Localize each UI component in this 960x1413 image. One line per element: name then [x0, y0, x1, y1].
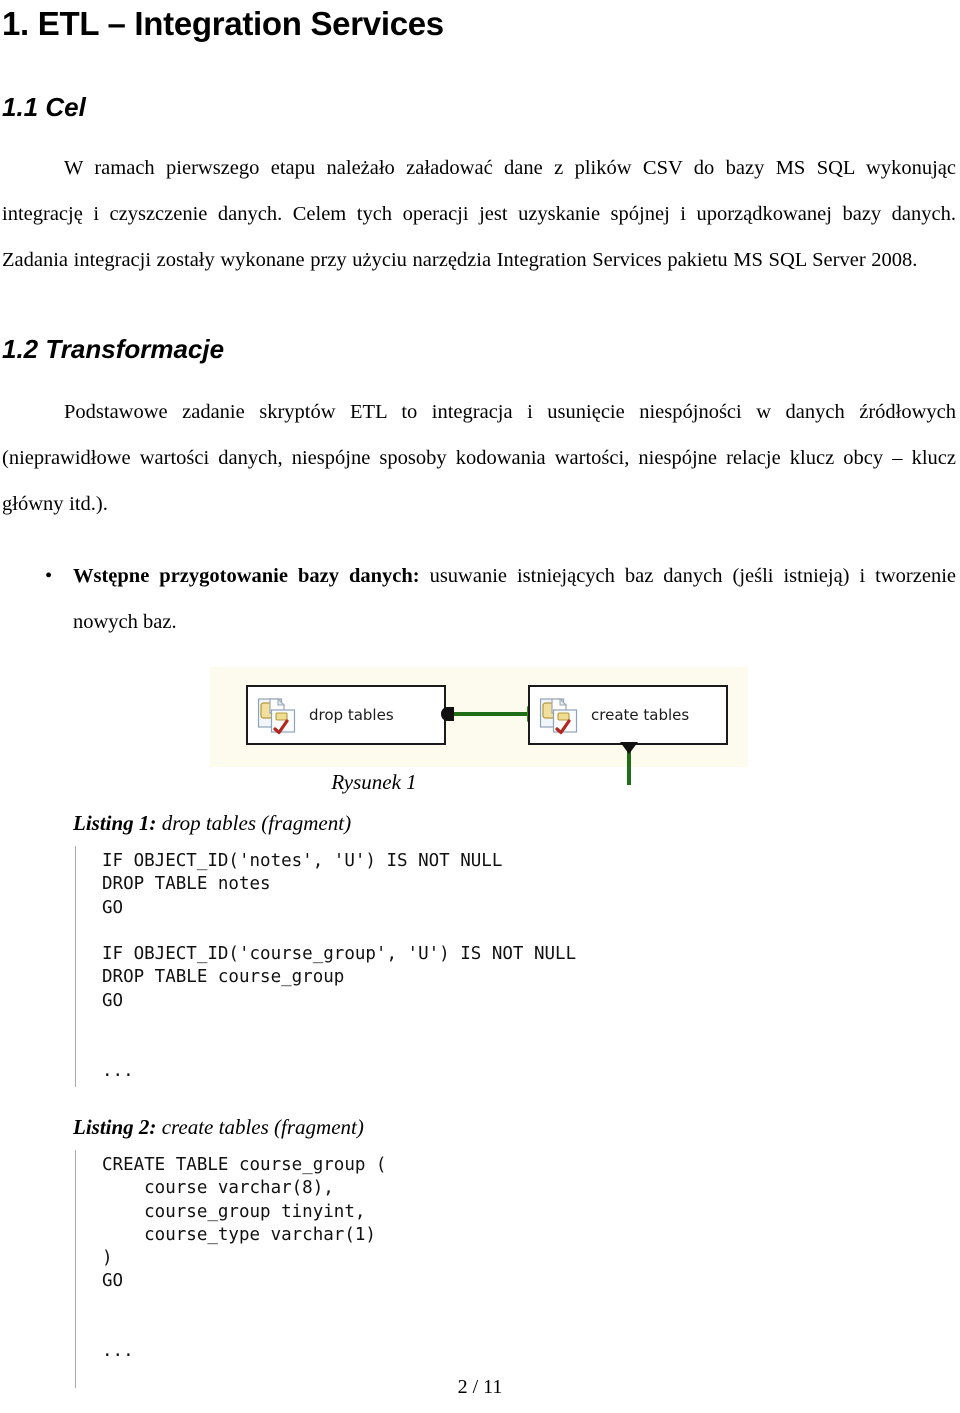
figure-rysunek-1: drop tables create tables Rysunek 1 — [0, 667, 960, 794]
page-title: 1. ETL – Integration Services — [2, 5, 444, 42]
bullet-marker-icon: • — [45, 565, 53, 587]
task-label-drop-tables: drop tables — [309, 706, 394, 724]
paragraph-transformacje: Podstawowe zadanie skryptów ETL to integ… — [0, 389, 960, 527]
heading-cel: 1.1 Cel — [2, 92, 86, 122]
code-block-drop-tables: IF OBJECT_ID('notes', 'U') IS NOT NULL D… — [75, 846, 960, 1087]
listing-2-title: Listing 2: create tables (fragment) — [0, 1115, 960, 1140]
bullet-list-item: • Wstępne przygotowanie bazy danych: usu… — [0, 553, 960, 645]
page-footer: 2 / 11 — [457, 1376, 503, 1398]
paragraph-cel-text: W ramach pierwszego etapu należało załad… — [2, 157, 956, 271]
document-page: 1. ETL – Integration Services 1.1 Cel W … — [0, 0, 960, 1413]
precedence-constraint-arrow-horizontal — [441, 706, 540, 722]
arrowhead-down-icon — [620, 742, 638, 754]
ssis-control-flow-diagram: drop tables create tables — [210, 667, 748, 785]
listing-1-subtitle: drop tables (fragment) — [156, 811, 352, 835]
listing-1-lead: Listing 1: — [73, 811, 157, 835]
paragraph-cel: W ramach pierwszego etapu należało załad… — [0, 145, 960, 283]
execute-sql-task-icon — [257, 695, 297, 735]
figure-caption: Rysunek 1 — [331, 770, 417, 794]
paragraph-transformacje-text: Podstawowe zadanie skryptów ETL to integ… — [2, 401, 956, 515]
execute-sql-task-icon — [539, 695, 579, 735]
bullet-text: Wstępne przygotowanie bazy danych: usuwa… — [73, 553, 956, 645]
listing-1-title: Listing 1: drop tables (fragment) — [0, 811, 960, 836]
task-label-create-tables: create tables — [591, 706, 690, 724]
heading-transformacje: 1.2 Transformacje — [2, 334, 225, 364]
task-box-drop-tables[interactable]: drop tables — [246, 685, 446, 745]
task-box-create-tables[interactable]: create tables — [528, 685, 728, 745]
listing-2-lead: Listing 2: — [73, 1114, 157, 1139]
listing-2-subtitle: create tables (fragment) — [156, 1114, 364, 1139]
constraint-origin-dot-icon — [441, 707, 454, 721]
code-block-create-tables: CREATE TABLE course_group ( course varch… — [75, 1149, 960, 1388]
bullet-bold-lead: Wstępne przygotowanie bazy danych: — [73, 565, 420, 587]
